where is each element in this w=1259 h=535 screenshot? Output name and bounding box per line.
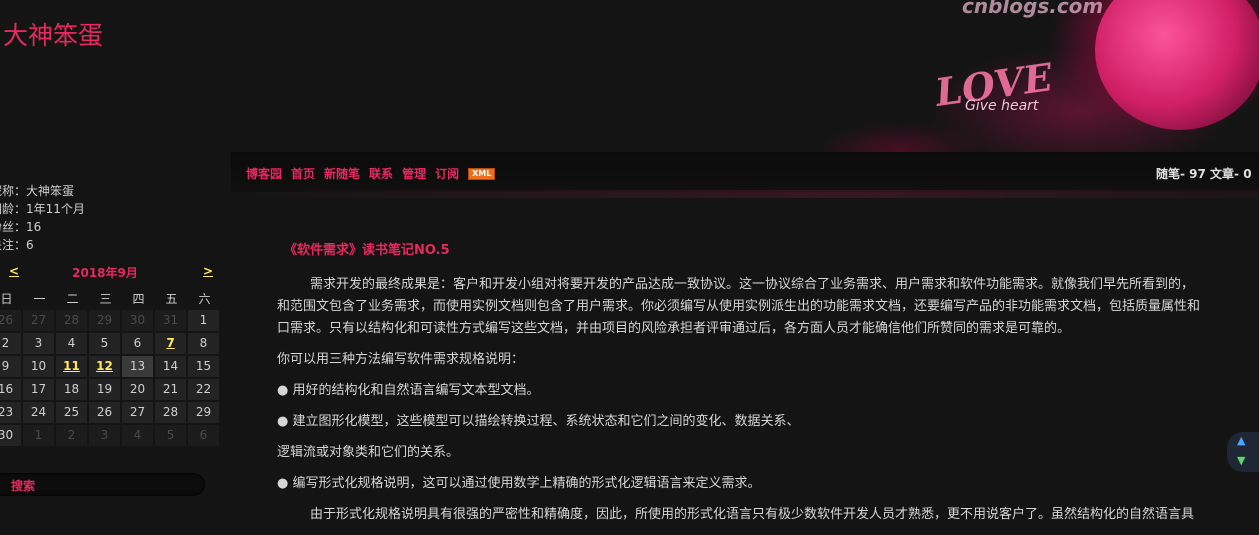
calendar-day: 8 (188, 333, 219, 354)
calendar-day: 26 (89, 402, 120, 423)
calendar-day: 5 (89, 333, 120, 354)
calendar-day: 27 (23, 310, 54, 331)
calendar-week: 9 10 11 12 13 14 15 (0, 356, 221, 378)
calendar-day: 1 (188, 310, 219, 331)
nav-links: 博客园 首页 新随笔 联系 管理 订阅 XML (246, 165, 496, 182)
nav-new-post-link[interactable]: 新随笔 (324, 165, 360, 182)
calendar-day: 4 (56, 333, 87, 354)
calendar-day: 22 (188, 379, 219, 400)
calendar-day-link[interactable]: 7 (155, 333, 186, 354)
calendar-day: 21 (155, 379, 186, 400)
post-body: 需求开发的最终成果是：客户和开发小组对将要开发的产品达成一致协议。这一协议综合了… (277, 274, 1259, 535)
post-paragraph: 和范围文包含了业务需求，而使用实例文档则包含了用户需求。你必须编写从使用实例派生… (277, 299, 1201, 314)
calendar-day: 1 (23, 425, 54, 446)
calendar-grid: 26 27 28 29 30 31 1 2 3 4 5 6 7 8 9 10 1… (0, 310, 221, 447)
post-title-link[interactable]: 《软件需求》读书笔记NO.5 (284, 239, 450, 258)
calendar-day: 6 (188, 425, 219, 446)
banner-logo-text: cnblogs.com (962, 0, 1104, 18)
calendar-day: 24 (23, 402, 54, 423)
calendar-day: 17 (23, 379, 54, 400)
profile-follow[interactable]: 关注：6 (0, 236, 220, 254)
calendar-week: 2 3 4 5 6 7 8 (0, 333, 221, 355)
calendar-day: 6 (122, 333, 153, 354)
nav-home-link[interactable]: 首页 (291, 165, 315, 182)
blog-stats: 随笔- 97 文章- 0 (1156, 167, 1252, 181)
calendar-day: 27 (122, 402, 153, 423)
calendar-day: 28 (56, 310, 87, 331)
calendar-day-link[interactable]: 12 (89, 356, 120, 377)
calendar-day: 29 (89, 310, 120, 331)
weekday-label: 五 (165, 292, 178, 306)
calendar-day-link[interactable]: 11 (56, 356, 87, 377)
weekday-label: 日 (0, 292, 13, 306)
nav-bar: 博客园 首页 新随笔 联系 管理 订阅 XML 随笔- 97 文章- 0 (231, 152, 1259, 192)
nav-bar-glow (231, 190, 1259, 198)
calendar-day: 3 (89, 425, 120, 446)
calendar-day: 23 (0, 402, 21, 423)
post-paragraph: 需求开发的最终成果是：客户和开发小组对将要开发的产品达成一致协议。这一协议综合了… (310, 277, 1195, 292)
calendar-day: 2 (0, 333, 21, 354)
calendar: 2018年9月 < > 日 一 二 三 四 五 六 26 27 28 29 30… (0, 262, 221, 448)
calendar-day: 16 (0, 379, 21, 400)
calendar-day: 26 (0, 310, 21, 331)
profile-age: 园龄：1年11个月 (0, 202, 85, 216)
search-section: 搜索 (0, 473, 205, 496)
xml-feed-badge[interactable]: XML (468, 168, 496, 180)
nav-manage-link[interactable]: 管理 (402, 165, 426, 182)
calendar-day: 19 (89, 379, 120, 400)
weekday-label: 二 (66, 292, 79, 306)
post-bullet: ● 编写形式化规格说明，这可以通过使用数学上精确的形式化逻辑语言来定义需求。 (277, 476, 761, 491)
nav-subscribe-link[interactable]: 订阅 (435, 165, 459, 182)
scroll-to-top-icon[interactable]: ▲ (1237, 434, 1245, 447)
calendar-day: 30 (122, 310, 153, 331)
banner-give-text: Give heart (965, 98, 1039, 114)
post-paragraph: 口需求。只有以结构化和可读性方式编写这些文档，并由项目的风险承担者评审通过后，各… (277, 321, 1071, 336)
calendar-weekdays: 日 一 二 三 四 五 六 (0, 288, 221, 310)
calendar-day: 14 (155, 356, 186, 377)
calendar-day: 10 (23, 356, 54, 377)
calendar-header: 2018年9月 < > (0, 262, 221, 282)
calendar-day: 5 (155, 425, 186, 446)
weekday-label: 四 (132, 292, 145, 306)
calendar-week: 30 1 2 3 4 5 6 (0, 425, 221, 447)
calendar-day: 31 (155, 310, 186, 331)
calendar-day: 18 (56, 379, 87, 400)
profile-fans[interactable]: 粉丝：16 (0, 218, 220, 236)
post-paragraph: 逻辑流或对象类和它们的关系。 (277, 445, 460, 460)
nav-contact-link[interactable]: 联系 (369, 165, 393, 182)
post-bullet: ● 建立图形化模型，这些模型可以描绘转换过程、系统状态和它们之间的变化、数据关系… (277, 414, 800, 429)
calendar-next-month[interactable]: > (203, 264, 213, 278)
scroll-widget: ▲ ▼ (1227, 432, 1259, 472)
calendar-day: 4 (122, 425, 153, 446)
calendar-title: 2018年9月 (72, 266, 138, 280)
calendar-week: 26 27 28 29 30 31 1 (0, 310, 221, 332)
calendar-day: 2 (56, 425, 87, 446)
calendar-day: 29 (188, 402, 219, 423)
post-paragraph: 你可以用三种方法编写软件需求规格说明： (277, 352, 525, 367)
weekday-label: 一 (33, 292, 46, 306)
weekday-label: 六 (198, 292, 211, 306)
search-heading: 搜索 (11, 479, 36, 493)
calendar-week: 16 17 18 19 20 21 22 (0, 379, 221, 401)
post-bullet: ● 用好的结构化和自然语言编写文本型文档。 (277, 383, 540, 398)
calendar-day: 15 (188, 356, 219, 377)
calendar-day: 9 (0, 356, 21, 377)
scroll-to-bottom-icon[interactable]: ▼ (1237, 454, 1245, 467)
blog-title-link[interactable]: 大神笨蛋 (3, 16, 103, 52)
weekday-label: 三 (99, 292, 112, 306)
calendar-day-today: 13 (122, 356, 153, 377)
nav-cnblogs-link[interactable]: 博客园 (246, 165, 282, 182)
blog-header: cnblogs.com LOVE Give heart 大神笨蛋 (0, 0, 1259, 152)
post-paragraph: 由于形式化规格说明具有很强的严密性和精确度，因此，所使用的形式化语言只有极少数软… (310, 507, 1195, 522)
calendar-week: 23 24 25 26 27 28 29 (0, 402, 221, 424)
calendar-day: 28 (155, 402, 186, 423)
calendar-day: 30 (0, 425, 21, 446)
calendar-day: 20 (122, 379, 153, 400)
main-content: 《软件需求》读书笔记NO.5 需求开发的最终成果是：客户和开发小组对将要开发的产… (231, 198, 1259, 522)
calendar-prev-month[interactable]: < (9, 264, 19, 278)
calendar-day: 3 (23, 333, 54, 354)
profile-info: 昵称：大神笨蛋 园龄：1年11个月 粉丝：16 关注：6 (0, 182, 220, 254)
calendar-day: 25 (56, 402, 87, 423)
profile-nickname: 昵称：大神笨蛋 (0, 184, 75, 198)
